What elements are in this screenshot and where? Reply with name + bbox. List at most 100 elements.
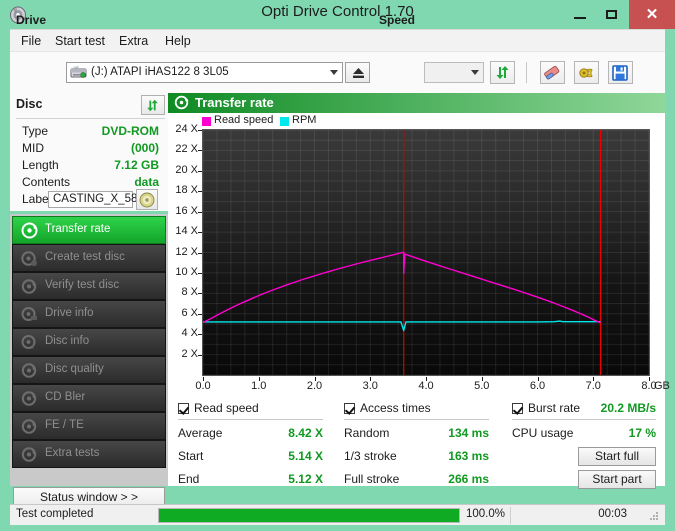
disc-verify-icon: [21, 278, 38, 295]
speed-select[interactable]: [424, 62, 484, 83]
menu-item-file[interactable]: File: [16, 33, 46, 49]
drive-select[interactable]: (J:) ATAPI iHAS122 8 3L05: [66, 62, 343, 83]
x-axis-tick: [593, 377, 594, 381]
sidebar-item-label: Disc info: [45, 335, 89, 347]
sidebar-item-verify-test-disc[interactable]: Verify test disc: [12, 272, 166, 300]
chart-canvas: [203, 130, 649, 375]
main-panel-header: Transfer rate: [168, 93, 665, 113]
menu-item-help[interactable]: Help: [160, 33, 196, 49]
refresh-disc-button[interactable]: [141, 95, 165, 115]
stat-key-end: End: [178, 472, 199, 486]
minimize-button[interactable]: [565, 0, 595, 29]
status-bar: Test completed 100.0% 00:03: [10, 504, 665, 525]
disc-bler-icon: [21, 390, 38, 407]
legend-label: Read speed: [214, 114, 273, 126]
sidebar-item-label: Transfer rate: [45, 223, 110, 235]
read-speed-title: Read speed: [194, 401, 259, 415]
title-bar: Opti Drive Control 1.70 ✕: [0, 0, 675, 29]
chevron-down-icon: [330, 70, 338, 75]
x-axis-tick-label: 3.0: [363, 380, 378, 392]
main-panel: Transfer rate Read speed RPM 2 X4 X6 X8 …: [168, 93, 665, 486]
stat-value-average: 8.42 X: [244, 426, 323, 440]
read-speed-checkbox[interactable]: [178, 403, 189, 414]
y-axis-tick: [198, 191, 202, 192]
drive-settings-button[interactable]: [574, 61, 599, 84]
disc-key: Length: [22, 158, 59, 172]
status-message: Test completed: [16, 508, 93, 520]
maximize-button[interactable]: [597, 0, 627, 29]
y-axis-tick-label: 18 X: [175, 184, 198, 196]
sidebar-item-fe-te[interactable]: FE / TE: [12, 412, 166, 440]
stat-key-start: Start: [178, 449, 203, 463]
y-axis-tick: [198, 150, 202, 151]
y-axis-tick-label: 20 X: [175, 164, 198, 176]
drive-value: (J:) ATAPI iHAS122 8 3L05: [91, 66, 229, 78]
y-axis-tick: [198, 253, 202, 254]
x-axis-tick: [426, 377, 427, 381]
burst-rate-title: Burst rate: [528, 401, 580, 415]
sidebar-item-create-test-disc[interactable]: Create test disc: [12, 244, 166, 272]
sidebar-item-transfer-rate[interactable]: Transfer rate: [12, 216, 166, 244]
sidebar-item-drive-info[interactable]: Drive info: [12, 300, 166, 328]
y-axis-tick: [198, 314, 202, 315]
sidebar-item-label: CD Bler: [45, 391, 85, 403]
x-axis-tick: [538, 377, 539, 381]
stats-panel: Read speed Average 8.42 X Start 5.14 X E…: [174, 401, 659, 481]
resize-grip[interactable]: [650, 512, 660, 522]
x-axis-tick: [203, 377, 204, 381]
save-button[interactable]: [608, 61, 633, 84]
y-axis-tick: [198, 334, 202, 335]
burst-rate-checkbox[interactable]: [512, 403, 523, 414]
stat-key-random: Random: [344, 426, 389, 440]
start-full-button[interactable]: Start full: [578, 447, 656, 466]
stat-value-end: 5.12 X: [244, 472, 323, 486]
x-axis-tick: [649, 377, 650, 381]
y-axis-tick: [198, 232, 202, 233]
sidebar-item-extra-tests[interactable]: Extra tests: [12, 440, 166, 468]
disc-key: Type: [22, 124, 48, 138]
sidebar-item-disc-info[interactable]: i Disc info: [12, 328, 166, 356]
x-axis-tick-label: 6.0: [530, 380, 545, 392]
elapsed-time: 00:03: [598, 508, 627, 520]
disc-speed-icon: [21, 222, 38, 239]
stat-key-third-stroke: 1/3 stroke: [344, 449, 397, 463]
menu-item-start-test[interactable]: Start test: [50, 33, 110, 49]
disc-label-field[interactable]: CASTING_X_58: [48, 191, 133, 208]
sidebar-item-label: Extra tests: [45, 447, 99, 459]
disc-row-type: Type DVD-ROM: [10, 124, 168, 141]
disc-fete-icon: [21, 418, 38, 435]
stat-value-start: 5.14 X: [244, 449, 323, 463]
disc-label-button[interactable]: [136, 189, 158, 210]
eject-icon: [351, 67, 366, 85]
y-axis-tick: [198, 212, 202, 213]
y-axis-tick: [198, 273, 202, 274]
close-icon: ✕: [629, 5, 675, 23]
sidebar-item-label: Create test disc: [45, 251, 125, 263]
status-divider: [510, 507, 511, 524]
refresh-speed-button[interactable]: [490, 61, 515, 84]
sidebar-item-disc-quality[interactable]: Disc quality: [12, 356, 166, 384]
disc-label-key: Label: [22, 192, 51, 206]
erase-disc-button[interactable]: [540, 61, 565, 84]
chart-x-unit: GB: [654, 380, 670, 392]
start-part-button[interactable]: Start part: [578, 470, 656, 489]
close-button[interactable]: ✕: [629, 0, 675, 29]
minimize-icon: [574, 17, 586, 19]
progress-fill: [159, 509, 459, 522]
disc-label-value: CASTING_X_58: [53, 193, 137, 205]
access-times-checkbox[interactable]: [344, 403, 355, 414]
disc-panel-divider: [16, 118, 165, 119]
drive-info-icon: [21, 306, 38, 323]
disc-quality-icon: [21, 362, 38, 379]
menu-item-extra[interactable]: Extra: [114, 33, 153, 49]
sidebar-item-cd-bler[interactable]: CD Bler: [12, 384, 166, 412]
x-axis-tick-label: 1.0: [251, 380, 266, 392]
disc-row-length: Length 7.12 GB: [10, 158, 168, 175]
y-axis-tick: [198, 130, 202, 131]
y-axis-tick-label: 2 X: [181, 348, 198, 360]
disc-value: 7.12 GB: [114, 158, 159, 172]
main-panel-title: Transfer rate: [195, 95, 274, 110]
eject-button[interactable]: [345, 62, 370, 83]
progress-bar: [158, 508, 460, 523]
y-axis-tick-label: 6 X: [181, 307, 198, 319]
